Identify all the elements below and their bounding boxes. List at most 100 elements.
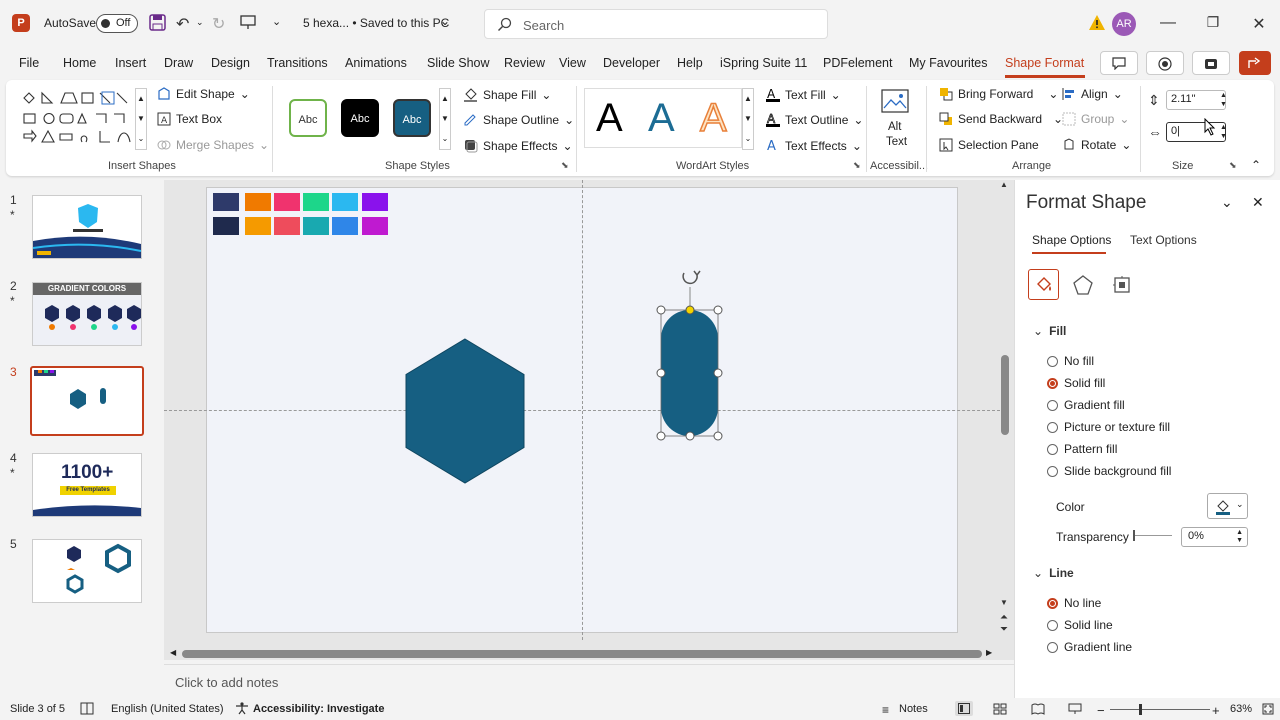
- tab-pdfelement[interactable]: PDFelement: [823, 56, 892, 70]
- horizontal-scroll-thumb[interactable]: [182, 650, 982, 658]
- notes-area[interactable]: Click to add notes: [164, 664, 1014, 698]
- hexagon-shape[interactable]: [405, 338, 525, 484]
- slide-sorter-icon[interactable]: [993, 703, 1007, 715]
- wordart-style-3[interactable]: A: [699, 95, 727, 141]
- width-spinner[interactable]: ▲ ▼: [1220, 123, 1227, 141]
- rotate-button[interactable]: Rotate ⌄: [1062, 138, 1131, 152]
- selection-pane-button[interactable]: Selection Pane: [939, 138, 1039, 152]
- line-section-header[interactable]: ⌄ Line: [1033, 566, 1074, 580]
- language-indicator[interactable]: English (United States): [111, 703, 224, 715]
- vertical-scroll-thumb[interactable]: [1001, 355, 1009, 435]
- radio-slide-background-fill[interactable]: Slide background fill: [1047, 464, 1171, 478]
- text-effects-button[interactable]: A Text Effects ⌄: [766, 138, 862, 154]
- radio-solid-line[interactable]: Solid line: [1047, 618, 1113, 632]
- tab-ispring[interactable]: iSpring Suite 11: [720, 56, 807, 70]
- slideshow-icon[interactable]: [1068, 703, 1082, 715]
- shape-fill-button[interactable]: Shape Fill ⌄: [463, 87, 551, 102]
- zoom-out-icon[interactable]: −: [1097, 703, 1105, 718]
- tab-file[interactable]: File: [19, 56, 39, 70]
- prev-next-slide-icon[interactable]: ⏶ ⏷: [1000, 612, 1008, 636]
- shape-height-input[interactable]: 2.11": [1166, 90, 1226, 110]
- shape-style-2[interactable]: Abc: [341, 99, 379, 137]
- minimize-button[interactable]: —: [1157, 14, 1179, 34]
- present-icon[interactable]: [240, 14, 256, 30]
- zoom-slider-track[interactable]: [1110, 709, 1210, 710]
- tab-home[interactable]: Home: [63, 56, 96, 70]
- customize-toolbar-icon[interactable]: ⌄: [272, 15, 281, 28]
- color-swatch[interactable]: [362, 217, 388, 235]
- close-window-button[interactable]: ✕: [1248, 14, 1270, 34]
- color-swatch[interactable]: [332, 193, 358, 211]
- merge-shapes-button[interactable]: Merge Shapes ⌄: [157, 138, 269, 152]
- shape-style-1[interactable]: Abc: [289, 99, 327, 137]
- tab-shape-options[interactable]: Shape Options: [1032, 233, 1111, 247]
- tab-text-options[interactable]: Text Options: [1130, 233, 1197, 247]
- wordart-style-2[interactable]: A: [648, 96, 675, 141]
- scroll-up-icon[interactable]: ▲: [1000, 180, 1008, 189]
- size-properties-icon[interactable]: [1112, 275, 1132, 295]
- share-button[interactable]: [1239, 51, 1271, 75]
- slide-thumbnail-1[interactable]: [32, 195, 142, 259]
- shape-outline-button[interactable]: Shape Outline ⌄: [463, 112, 574, 127]
- redo-icon[interactable]: ↻: [212, 14, 225, 34]
- teams-present-button[interactable]: [1192, 51, 1230, 75]
- avatar[interactable]: AR: [1112, 12, 1136, 36]
- tab-transitions[interactable]: Transitions: [267, 56, 328, 70]
- radio-no-line[interactable]: No line: [1047, 596, 1101, 610]
- radio-solid-fill[interactable]: Solid fill: [1047, 376, 1105, 390]
- alt-text-label-1[interactable]: Alt: [888, 121, 901, 133]
- warning-icon[interactable]: [1088, 14, 1106, 31]
- slide-thumbnail-2[interactable]: GRADIENT COLORS: [32, 282, 142, 346]
- color-swatch[interactable]: [245, 193, 271, 211]
- color-swatch[interactable]: [213, 193, 239, 211]
- zoom-in-icon[interactable]: +: [1212, 703, 1220, 718]
- shape-style-3[interactable]: Abc: [393, 99, 431, 137]
- search-box[interactable]: Search: [484, 9, 828, 39]
- group-button[interactable]: Group ⌄: [1062, 112, 1129, 126]
- color-swatch[interactable]: [213, 217, 239, 235]
- radio-picture-fill[interactable]: Picture or texture fill: [1047, 420, 1170, 434]
- scroll-left-icon[interactable]: ◀: [170, 648, 176, 657]
- shape-effects-button[interactable]: Shape Effects ⌄: [463, 138, 573, 153]
- slide-thumbnail-3[interactable]: [30, 366, 144, 436]
- text-fill-button[interactable]: A Text Fill ⌄: [766, 87, 841, 102]
- text-box-button[interactable]: A Text Box: [157, 112, 222, 126]
- slide-thumbnail-5[interactable]: [32, 539, 142, 603]
- shape-width-input[interactable]: 0|: [1166, 122, 1226, 142]
- undo-icon[interactable]: ↶: [176, 14, 189, 34]
- wordart-style-1[interactable]: A: [596, 96, 623, 141]
- reading-view-icon[interactable]: [1031, 703, 1045, 715]
- transparency-input[interactable]: 0% ▲ ▼: [1181, 527, 1248, 547]
- spelling-check-icon[interactable]: [80, 702, 94, 715]
- radio-gradient-fill[interactable]: Gradient fill: [1047, 398, 1125, 412]
- alt-text-icon[interactable]: [880, 88, 912, 118]
- radio-pattern-fill[interactable]: Pattern fill: [1047, 442, 1117, 456]
- pane-close-icon[interactable]: ✕: [1252, 194, 1264, 211]
- scroll-down-icon[interactable]: ▼: [1000, 598, 1008, 607]
- send-backward-button[interactable]: Send Backward ⌄: [939, 112, 1063, 126]
- color-swatch[interactable]: [332, 217, 358, 235]
- comments-button[interactable]: [1100, 51, 1138, 75]
- color-swatch[interactable]: [245, 217, 271, 235]
- restore-button[interactable]: ❐: [1202, 14, 1224, 34]
- wordart-launcher-icon[interactable]: ⬊: [853, 160, 861, 171]
- radio-no-fill[interactable]: No fill: [1047, 354, 1094, 368]
- fit-to-window-icon[interactable]: [1262, 703, 1274, 715]
- transparency-slider-thumb[interactable]: [1133, 530, 1135, 541]
- save-icon[interactable]: [149, 14, 166, 31]
- title-dropdown-icon[interactable]: ⌄: [440, 14, 450, 28]
- record-button[interactable]: [1146, 51, 1184, 75]
- wordart-scroll[interactable]: ▲ ▼ ⌄: [742, 88, 754, 150]
- text-outline-button[interactable]: A Text Outline ⌄: [766, 112, 863, 127]
- shapes-gallery-scroll[interactable]: ▲ ▼ ⌄: [135, 88, 147, 150]
- tab-developer[interactable]: Developer: [603, 56, 660, 70]
- shape-styles-scroll[interactable]: ▲ ▼ ⌄: [439, 88, 451, 150]
- collapse-ribbon-icon[interactable]: ⌃: [1251, 158, 1261, 172]
- color-swatch[interactable]: [303, 193, 329, 211]
- fill-section-header[interactable]: ⌄ Fill: [1033, 324, 1066, 338]
- tab-slide-show[interactable]: Slide Show: [427, 56, 490, 70]
- document-title[interactable]: 5 hexa... • Saved to this PC: [303, 16, 449, 30]
- alt-text-label-2[interactable]: Text: [886, 136, 907, 148]
- transparency-slider-track[interactable]: [1134, 535, 1172, 536]
- fill-line-icon[interactable]: [1028, 269, 1059, 300]
